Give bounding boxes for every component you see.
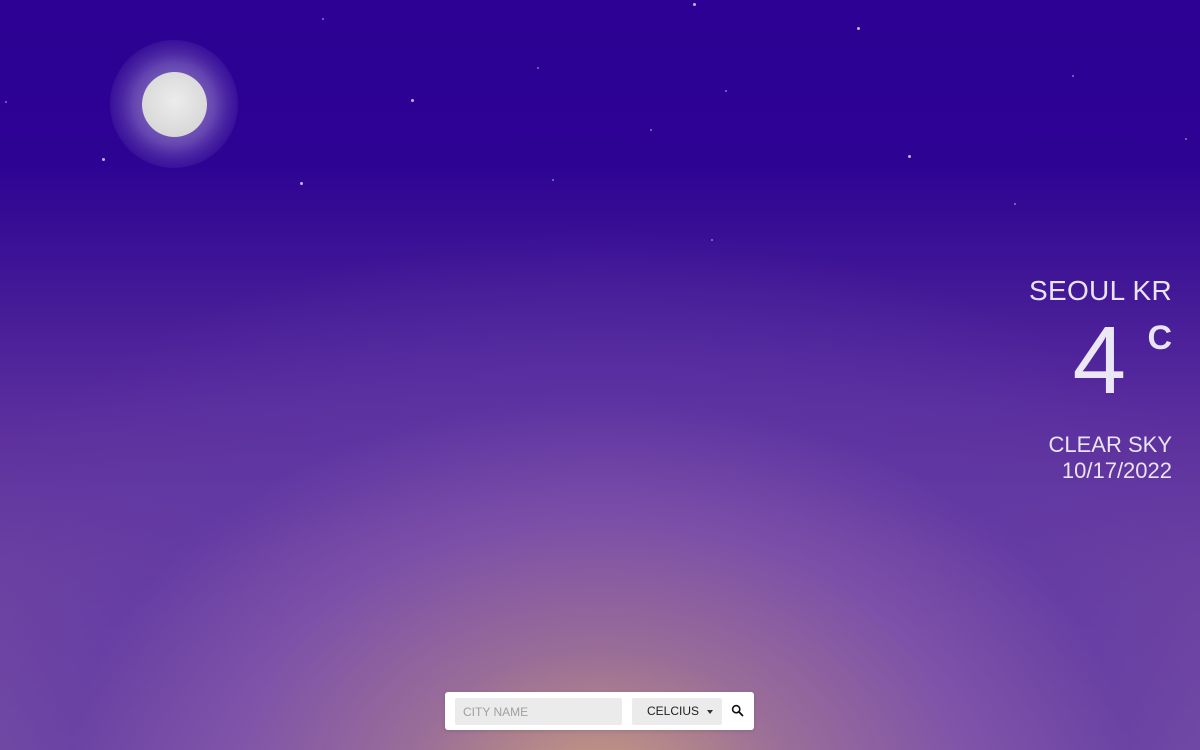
weather-app: SEOUL KR 4 C CLEAR SKY 10/17/2022 CELCIU… xyxy=(0,0,1200,750)
unit-select-value: CELCIUS xyxy=(647,704,700,718)
star-icon xyxy=(725,90,727,92)
search-icon xyxy=(731,704,744,717)
temperature-unit: C xyxy=(1147,319,1172,357)
caret-down-icon xyxy=(707,710,713,714)
moon-icon xyxy=(142,72,207,137)
search-button[interactable] xyxy=(728,701,748,721)
star-icon xyxy=(693,3,696,6)
star-icon xyxy=(711,239,713,241)
star-icon xyxy=(1014,203,1016,205)
location-label: SEOUL KR xyxy=(1029,275,1172,306)
star-icon xyxy=(1185,138,1187,140)
star-icon xyxy=(102,158,105,161)
city-name-input[interactable] xyxy=(455,698,622,725)
star-icon xyxy=(908,155,911,158)
weather-panel: SEOUL KR 4 C CLEAR SKY 10/17/2022 xyxy=(1029,272,1172,484)
weather-description: CLEAR SKY xyxy=(1048,432,1173,457)
star-icon xyxy=(537,67,539,69)
star-icon xyxy=(552,179,554,181)
star-icon xyxy=(1072,75,1074,77)
weather-date: 10/17/2022 xyxy=(1061,458,1172,483)
temperature-block: 4 C xyxy=(1029,307,1172,416)
star-icon xyxy=(411,99,414,102)
star-icon xyxy=(300,182,303,185)
star-icon xyxy=(650,129,652,131)
star-icon xyxy=(857,27,860,30)
search-bar: CELCIUS xyxy=(445,692,754,730)
temperature-value: 4 xyxy=(1072,307,1126,414)
star-icon xyxy=(5,101,7,103)
star-icon xyxy=(322,18,324,20)
unit-select[interactable]: CELCIUS xyxy=(632,698,722,725)
